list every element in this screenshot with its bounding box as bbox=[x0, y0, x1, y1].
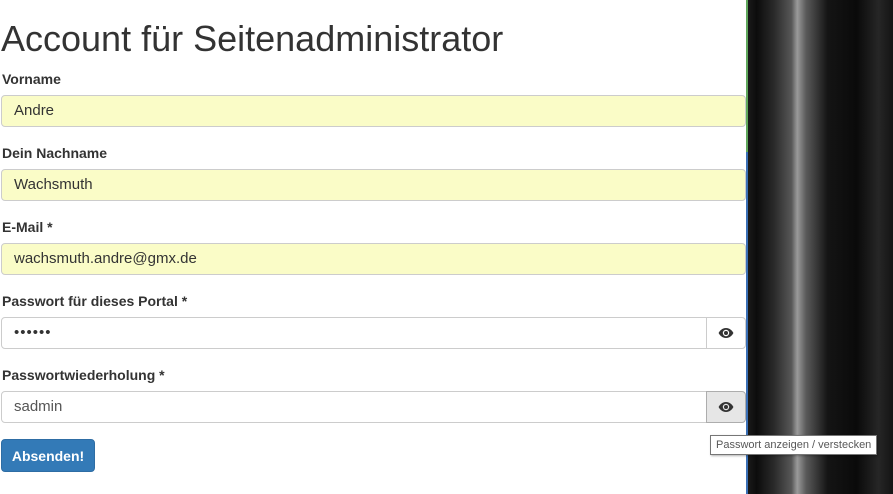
toggle-password-repeat-button[interactable] bbox=[706, 391, 746, 423]
label-nachname: Dein Nachname bbox=[2, 145, 108, 161]
password-repeat-input[interactable]: sadmin bbox=[1, 391, 707, 423]
label-passwort-wiederholung: Passwortwiederholung * bbox=[2, 367, 165, 383]
form-panel: Account für Seitenadministrator Vorname … bbox=[0, 0, 748, 494]
vorname-input[interactable]: Andre bbox=[1, 95, 746, 127]
page-title: Account für Seitenadministrator bbox=[1, 18, 504, 59]
label-vorname: Vorname bbox=[2, 71, 61, 87]
eye-icon bbox=[718, 328, 734, 338]
toggle-password-button[interactable] bbox=[706, 317, 746, 349]
password-input[interactable]: •••••• bbox=[1, 317, 707, 349]
eye-icon bbox=[718, 402, 734, 412]
background-image bbox=[748, 0, 893, 494]
submit-button[interactable]: Absenden! bbox=[1, 439, 95, 472]
email-input[interactable]: wachsmuth.andre@gmx.de bbox=[1, 243, 746, 275]
label-passwort: Passwort für dieses Portal * bbox=[2, 293, 188, 309]
nachname-input[interactable]: Wachsmuth bbox=[1, 169, 746, 201]
label-email: E-Mail * bbox=[2, 219, 53, 235]
tooltip: Passwort anzeigen / verstecken bbox=[710, 435, 878, 455]
